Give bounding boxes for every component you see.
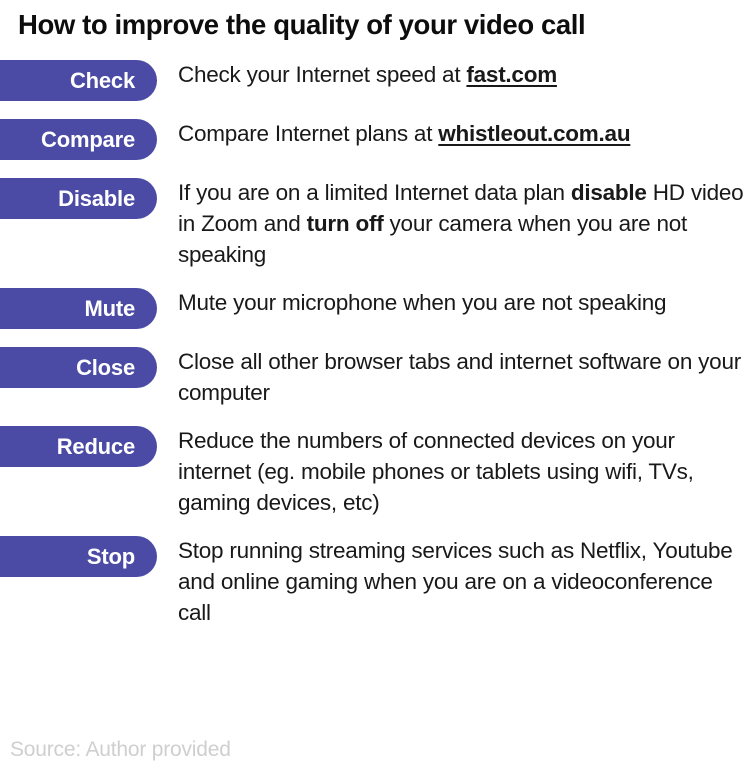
source-credit: Source: Author provided xyxy=(10,738,231,761)
emphasis-text: disable xyxy=(570,180,647,205)
inline-link[interactable]: fast.com xyxy=(466,62,557,87)
tip-text: Reduce the numbers of connected devices … xyxy=(157,425,754,518)
tip-row: Close Close all other browser tabs and i… xyxy=(0,346,754,408)
tip-row: Compare Compare Internet plans at whistl… xyxy=(0,118,754,160)
tip-text: Mute your microphone when you are not sp… xyxy=(157,287,754,318)
body-text-segment: Close all other browser tabs and interne… xyxy=(178,349,741,405)
tip-text: Stop running streaming services such as … xyxy=(157,535,754,628)
body-text-segment: Reduce the numbers of connected devices … xyxy=(178,428,694,515)
tip-badge-label: Check xyxy=(69,67,135,93)
tip-row: Mute Mute your microphone when you are n… xyxy=(0,287,754,329)
tip-badge-compare: Compare xyxy=(0,119,157,160)
tip-badge-label: Stop xyxy=(86,543,135,569)
tip-badge-close: Close xyxy=(0,347,157,388)
tip-row: Stop Stop running streaming services suc… xyxy=(0,535,754,628)
tip-row: Check Check your Internet speed at fast.… xyxy=(0,59,754,101)
body-text-segment: If you are on a limited Internet data pl… xyxy=(178,180,571,205)
tip-badge-mute: Mute xyxy=(0,288,157,329)
tip-badge-reduce: Reduce xyxy=(0,426,157,467)
emphasis-text: turn off xyxy=(306,211,384,236)
tips-list: Check Check your Internet speed at fast.… xyxy=(0,59,754,628)
tip-badge-label: Close xyxy=(76,354,135,380)
tip-badge-disable: Disable xyxy=(0,178,157,219)
tip-badge-label: Reduce xyxy=(56,433,135,459)
infographic-root: How to improve the quality of your video… xyxy=(0,0,754,775)
body-text-segment: Check your Internet speed at xyxy=(178,62,467,87)
tip-row: Disable If you are on a limited Internet… xyxy=(0,177,754,270)
tip-badge-label: Compare xyxy=(41,126,135,152)
tip-text: Compare Internet plans at whistleout.com… xyxy=(157,118,754,149)
tip-text: Close all other browser tabs and interne… xyxy=(157,346,754,408)
body-text-segment: Mute your microphone when you are not sp… xyxy=(178,290,667,315)
body-text-segment: Compare Internet plans at xyxy=(178,121,439,146)
page-title: How to improve the quality of your video… xyxy=(18,9,586,40)
tip-text: Check your Internet speed at fast.com xyxy=(157,59,754,90)
inline-link[interactable]: whistleout.com.au xyxy=(438,121,630,146)
tip-badge-label: Disable xyxy=(58,185,135,211)
tip-badge-check: Check xyxy=(0,60,157,101)
body-text-segment: Stop running streaming services such as … xyxy=(178,538,733,625)
tip-text: If you are on a limited Internet data pl… xyxy=(157,177,754,270)
tip-badge-label: Mute xyxy=(84,295,135,321)
tip-badge-stop: Stop xyxy=(0,536,157,577)
tip-row: Reduce Reduce the numbers of connected d… xyxy=(0,425,754,518)
